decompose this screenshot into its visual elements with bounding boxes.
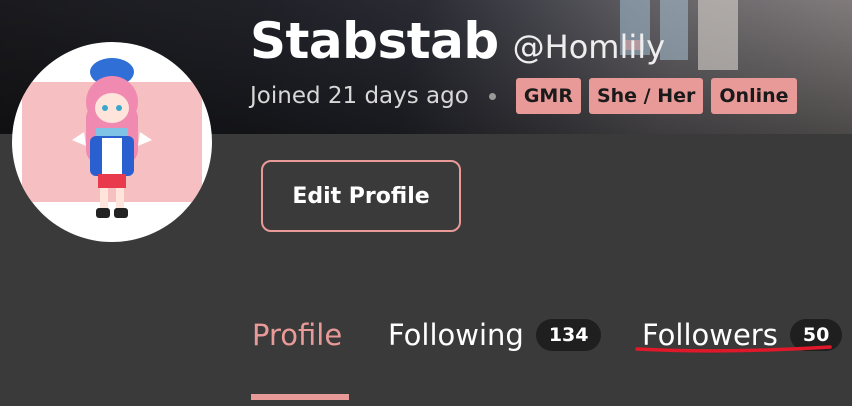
display-name: Stabstab [250, 12, 499, 70]
joined-date: Joined 21 days ago [250, 83, 469, 109]
tab-profile[interactable]: Profile [252, 310, 342, 360]
avatar[interactable] [12, 42, 212, 242]
badge-status: Online [711, 78, 797, 114]
edit-profile-button[interactable]: Edit Profile [261, 160, 461, 232]
badge-pronouns: She / Her [588, 78, 704, 114]
tab-following-label: Following [388, 318, 524, 352]
active-tab-indicator [251, 394, 349, 400]
profile-name-row: Stabstab @Homlily [250, 12, 665, 70]
profile-meta-row: Joined 21 days ago GMR She / Her Online [250, 78, 805, 114]
following-count-badge: 134 [535, 319, 602, 351]
separator-dot [488, 92, 496, 100]
badge-gmr: GMR [515, 78, 581, 114]
red-underline-annotation [635, 345, 832, 353]
tab-following[interactable]: Following 134 [388, 310, 602, 360]
username-handle: @Homlily [512, 28, 666, 66]
tab-profile-label: Profile [252, 318, 343, 352]
avatar-illustration [22, 58, 202, 218]
